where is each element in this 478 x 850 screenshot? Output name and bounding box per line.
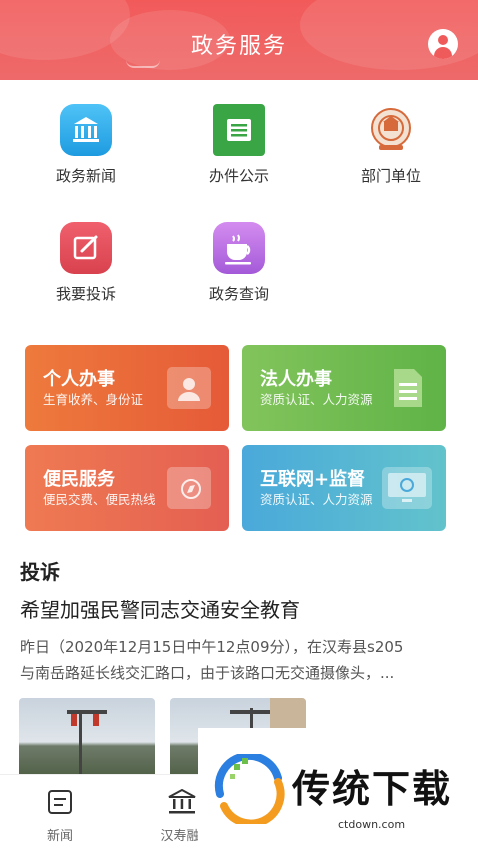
card-title: 个人办事 [43, 369, 115, 390]
grid-item-label: 政务新闻 [55, 167, 116, 185]
compass-folder-icon [167, 467, 211, 509]
grid-item-gov-news[interactable]: 政务新闻 [31, 104, 141, 186]
card-title: 便民服务 [43, 469, 115, 490]
government-building-icon [60, 104, 112, 156]
grid-item-case-publicity[interactable]: 办件公示 [184, 104, 294, 186]
document-icon [384, 367, 428, 409]
national-emblem-icon [365, 104, 417, 156]
card-subtitle: 资质认证、人力资源 [260, 492, 373, 507]
document-board-icon [213, 104, 265, 156]
card-legal-affairs[interactable]: 法人办事 资质认证、人力资源 [242, 345, 446, 431]
card-personal-affairs[interactable]: 个人办事 生育收养、身份证 [25, 345, 229, 431]
card-title: 互联网+监督 [260, 469, 366, 490]
watermark: 传统下载 ctdown.com [198, 728, 478, 850]
user-avatar-icon[interactable] [428, 29, 458, 59]
post-excerpt-line: 与南岳路延长线交汇路口，由于该路口无交通摄像头，... [20, 664, 395, 682]
grid-item-gov-query[interactable]: 政务查询 [184, 222, 294, 304]
news-icon [47, 789, 73, 815]
grid-item-label: 办件公示 [208, 167, 269, 185]
card-convenience-services[interactable]: 便民服务 便民交费、便民热线 [25, 445, 229, 531]
boat-decoration [126, 60, 160, 68]
watermark-text: 传统下载 [292, 767, 453, 811]
app-header: 政务服务 [0, 0, 478, 80]
edit-pencil-icon [60, 222, 112, 274]
nav-label: 新闻 [46, 829, 73, 844]
bank-icon [167, 788, 196, 815]
card-subtitle: 资质认证、人力资源 [260, 392, 373, 407]
watermark-url: ctdown.com [338, 818, 406, 831]
post-photo[interactable] [19, 698, 155, 778]
grid-item-label: 部门单位 [360, 167, 421, 185]
watermark-logo-icon [212, 751, 286, 828]
section-title-complaints: 投诉 [20, 560, 60, 584]
grid-item-label: 政务查询 [208, 285, 269, 303]
grid-item-departments[interactable]: 部门单位 [336, 104, 446, 186]
post-excerpt[interactable]: 昨日（2020年12月15日中午12点09分），在汉寿县s205 与南岳路延长线… [20, 634, 456, 686]
post-title[interactable]: 希望加强民警同志交通安全教育 [20, 594, 300, 623]
monitor-icon [382, 467, 432, 509]
post-excerpt-line: 昨日（2020年12月15日中午12点09分），在汉寿县s205 [20, 638, 404, 656]
grid-item-complaint[interactable]: 我要投诉 [31, 222, 141, 304]
page-title: 政务服务 [190, 34, 287, 59]
id-card-icon [167, 367, 211, 409]
nav-item-news[interactable]: 新闻 [20, 789, 100, 844]
card-subtitle: 生育收养、身份证 [43, 392, 144, 407]
card-internet-supervision[interactable]: 互联网+监督 资质认证、人力资源 [242, 445, 446, 531]
grid-item-label: 我要投诉 [55, 285, 116, 303]
card-subtitle: 便民交费、便民热线 [43, 492, 156, 507]
card-title: 法人办事 [260, 369, 332, 390]
coffee-cup-icon [213, 222, 265, 274]
